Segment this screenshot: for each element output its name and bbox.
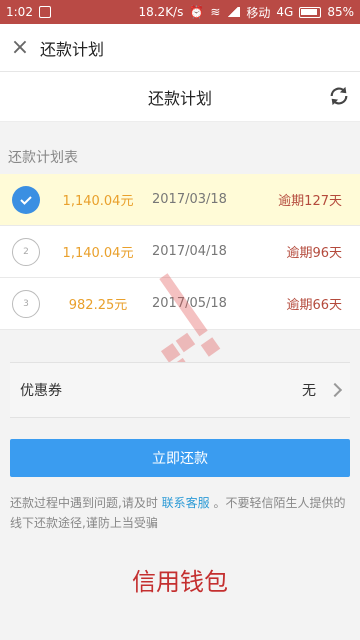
repayment-plan-list: 1,140.04元 2017/03/18 逾期127天 2 1,140.04元 … xyxy=(0,174,360,330)
plan-row[interactable]: 2 1,140.04元 2017/04/18 逾期96天 xyxy=(0,226,360,278)
nav-title: 还款计划 xyxy=(40,39,105,59)
status-bar: 1:02 18.2K/s ⏰ ≋ 移动 4G 85% xyxy=(0,0,360,24)
plan-row[interactable]: 1,140.04元 2017/03/18 逾期127天 xyxy=(0,174,360,226)
battery-icon xyxy=(299,6,322,18)
notice-prefix: 还款过程中遇到问题,请及时 xyxy=(10,496,158,510)
close-icon[interactable]: × xyxy=(0,24,40,72)
wifi-icon: ≋ xyxy=(210,5,221,19)
plan-overdue: 逾期127天 xyxy=(278,194,342,209)
notice-text: 还款过程中遇到问题,请及时 联系客服 。不要轻信陌生人提供的线下还款途径,谨防上… xyxy=(10,493,350,533)
alarm-icon: ⏰ xyxy=(189,5,205,19)
plan-overdue: 逾期96天 xyxy=(286,246,342,261)
signal-icon xyxy=(226,7,241,17)
coupon-label: 优惠券 xyxy=(20,383,62,399)
plan-overdue: 逾期66天 xyxy=(286,298,342,313)
network-type: 4G xyxy=(276,5,294,19)
coupon-row[interactable]: 优惠券 无 xyxy=(10,362,350,418)
section-title: 还款计划表 xyxy=(8,150,78,166)
plan-index[interactable]: 2 xyxy=(12,237,40,266)
page-header: 还款计划 xyxy=(0,72,360,122)
page-title: 还款计划 xyxy=(147,88,212,108)
plan-date: 2017/05/18 xyxy=(152,296,227,311)
notification-icon xyxy=(38,6,51,18)
plan-amount: 1,140.04元 xyxy=(62,246,134,261)
plan-amount: 1,140.04元 xyxy=(62,194,134,209)
status-time: 1:02 xyxy=(6,5,33,19)
plan-row[interactable]: 3 982.25元 2017/05/18 逾期66天 xyxy=(0,278,360,330)
brand-text: 信用钱包 xyxy=(132,568,228,596)
plan-index[interactable]: 3 xyxy=(12,289,40,318)
plan-date: 2017/04/18 xyxy=(152,244,227,259)
repay-now-button[interactable]: 立即还款 xyxy=(10,439,350,477)
plan-date: 2017/03/18 xyxy=(152,192,227,207)
top-nav: × 还款计划 xyxy=(0,24,360,72)
contact-support-link[interactable]: 联系客服 xyxy=(162,496,210,510)
chevron-right-icon xyxy=(327,382,343,398)
plan-amount: 982.25元 xyxy=(68,298,128,313)
checkmark-icon[interactable] xyxy=(12,185,40,214)
carrier: 移动 xyxy=(246,5,271,20)
battery-level: 85% xyxy=(327,5,354,19)
coupon-value: 无 xyxy=(302,383,316,399)
network-speed: 18.2K/s xyxy=(138,5,184,19)
refresh-icon[interactable] xyxy=(328,85,350,107)
